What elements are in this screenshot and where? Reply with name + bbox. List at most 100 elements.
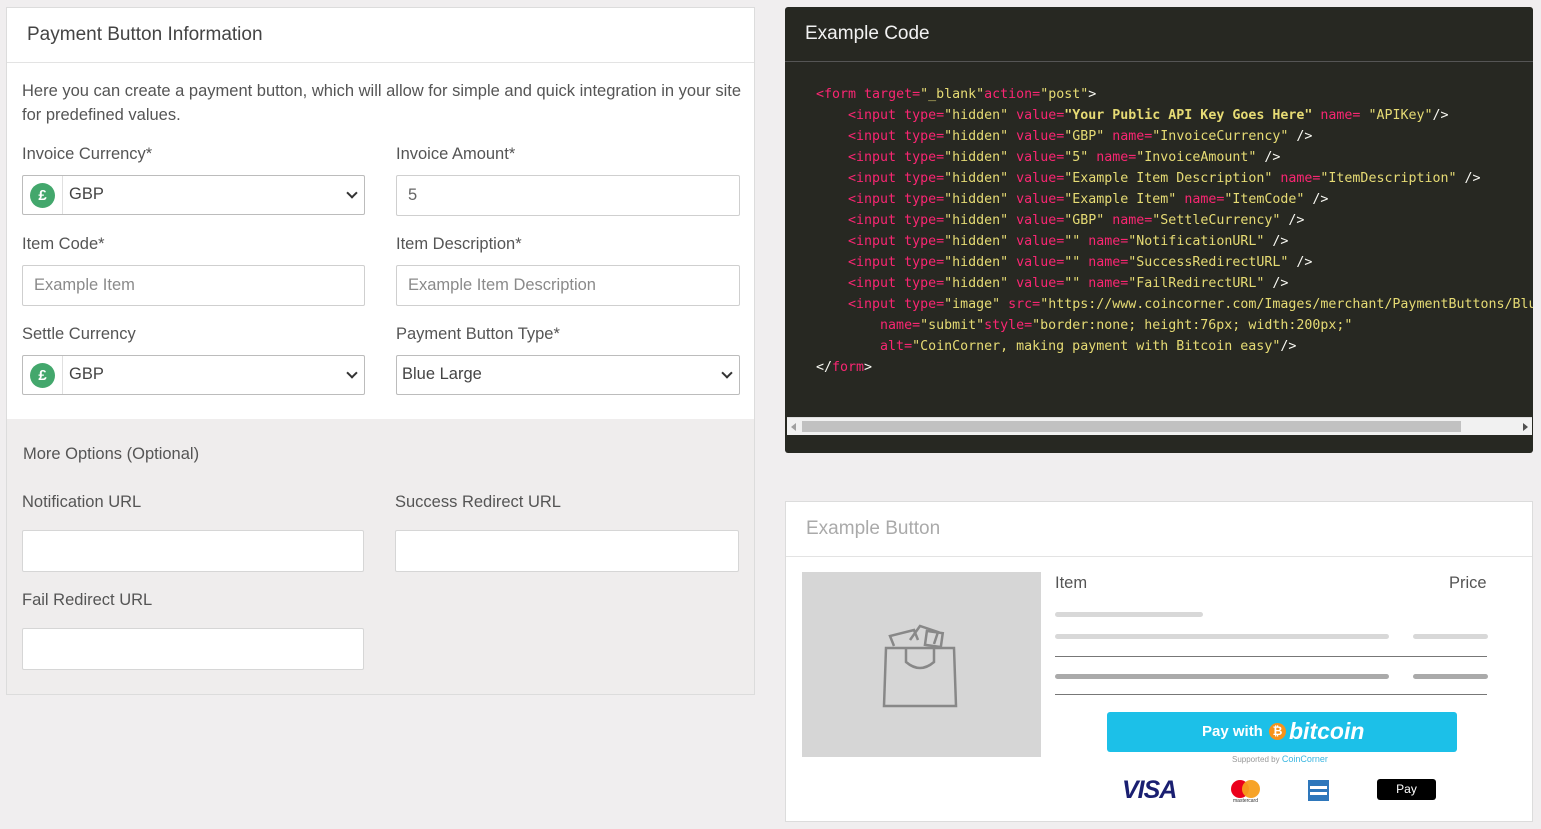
code-token: type= [904,255,945,270]
settle-currency-value: GBP [69,365,104,383]
code-line: <input type="hidden" value="" name="Noti… [816,231,1533,252]
supported-by-text: Supported by CoinCorner [1232,754,1328,764]
code-token: <input [848,213,905,228]
code-token: </ [816,360,833,375]
code-token: > [1088,87,1097,102]
button-type-value: Blue Large [402,365,482,383]
code-token: "FailRedirectURL" [1128,276,1273,291]
invoice-currency-label: Invoice Currency* [22,145,153,163]
code-token: <input [848,192,905,207]
code-token: "hidden" [944,150,1017,165]
code-token: value= [1016,255,1065,270]
success-redirect-url-label: Success Redirect URL [395,493,561,511]
code-token: name= [1112,213,1153,228]
code-token: type= [904,297,945,312]
code-token: "hidden" [944,234,1017,249]
pay-with-label: Pay with [1202,723,1263,740]
chevron-down-icon [346,367,358,379]
example-button-panel: Example Button Item Price Pay with ₿ bit… [785,501,1533,822]
form-panel-heading: Payment Button Information [7,8,754,63]
code-token: /> [1464,171,1481,186]
code-token: alt= [880,339,913,354]
code-token: type= [904,192,945,207]
code-token: /> [1272,234,1289,249]
code-token: "CoinCorner, making payment with Bitcoin… [912,339,1281,354]
code-token: "InvoiceAmount" [1136,150,1265,165]
code-line: <input type="image" src="https://www.coi… [816,294,1533,315]
item-description-input[interactable]: Example Item Description [396,265,740,306]
code-token: "APIKey" [1368,108,1433,123]
success-redirect-url-input[interactable] [395,530,739,572]
code-token: "hidden" [944,255,1017,270]
amex-icon [1308,780,1329,801]
code-token: value= [1016,234,1065,249]
scroll-left-icon[interactable] [791,423,796,431]
invoice-currency-select[interactable]: £ GBP [22,175,365,215]
code-token: <form [816,87,865,102]
code-line: name="submit"style="border:none; height:… [816,315,1533,336]
code-line: <form target="_blank"action="post"> [816,84,1533,105]
example-button-heading: Example Button [786,502,1532,557]
fail-redirect-url-input[interactable] [22,628,364,670]
settle-currency-select[interactable]: £ GBP [22,355,365,395]
code-token: /> [1312,192,1329,207]
product-image-placeholder [802,572,1041,757]
code-panel-heading: Example Code [785,7,1533,62]
code-token: "post" [1040,87,1089,102]
code-token: value= [1016,192,1065,207]
code-token: "hidden" [944,192,1017,207]
code-token: type= [904,276,945,291]
code-token: /> [1296,255,1313,270]
code-token: <input [848,108,905,123]
invoice-amount-value: 5 [408,186,418,204]
code-token: type= [904,150,945,165]
code-token: "border:none; height:76px; width:200px;" [1032,318,1353,333]
scrollbar-thumb[interactable] [802,421,1461,432]
code-token: /> [1432,108,1449,123]
bitcoin-icon: ₿ [1269,723,1286,740]
placeholder-line [1055,674,1389,679]
code-token: type= [904,171,945,186]
code-token: "Example Item Description" [1064,171,1281,186]
code-token: "submit" [920,318,985,333]
code-token: "Your Public API Key Goes Here" [1064,108,1321,123]
horizontal-scrollbar[interactable] [787,417,1532,435]
button-type-label: Payment Button Type* [396,325,560,343]
code-block: <form target="_blank"action="post"> <inp… [816,84,1533,378]
code-token: name= [1088,234,1129,249]
code-token: type= [904,129,945,144]
code-token: "GBP" [1064,213,1113,228]
item-code-input[interactable]: Example Item [22,265,365,306]
pay-with-bitcoin-button[interactable]: Pay with ₿ bitcoin [1107,712,1457,752]
invoice-amount-input[interactable]: 5 [396,175,740,216]
chevron-down-icon [346,187,358,199]
more-options-title: More Options (Optional) [23,445,200,463]
code-token: "_blank" [920,87,985,102]
invoice-currency-value: GBP [69,185,104,203]
button-type-select[interactable]: Blue Large [396,355,740,395]
item-description-placeholder: Example Item Description [408,276,596,294]
mastercard-icon: mastercard [1231,780,1261,804]
notification-url-input[interactable] [22,530,364,572]
code-token: value= [1016,213,1065,228]
scroll-right-icon[interactable] [1523,423,1528,431]
item-description-label: Item Description* [396,235,522,253]
amex-stripe [1310,786,1327,789]
code-token: value= [1016,150,1065,165]
code-token: "https://www.coincorner.com/Images/merch… [1040,297,1533,312]
code-token: "SuccessRedirectURL" [1128,255,1297,270]
pound-currency-icon: £ [30,183,55,208]
currency-divider [62,356,63,394]
code-token: src= [1008,297,1041,312]
code-token: form [832,360,865,375]
chevron-down-icon [721,367,733,379]
code-line: alt="CoinCorner, making payment with Bit… [816,336,1533,357]
code-token: name= [1112,129,1153,144]
